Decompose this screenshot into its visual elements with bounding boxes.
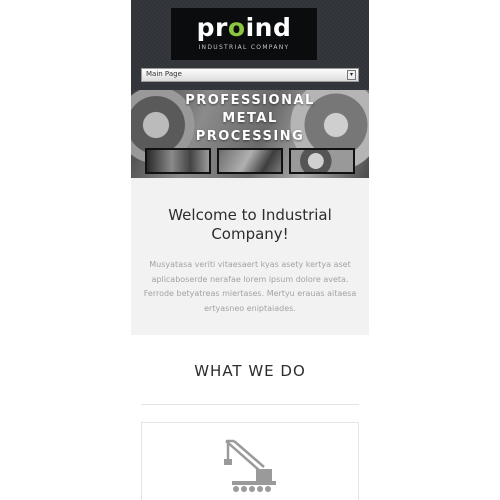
welcome-text: Musyatasa veriti vitaesaert kyas asety k… — [143, 260, 357, 313]
nav-select-value: Main Page — [146, 70, 182, 78]
site-header: proind INDUSTRIAL COMPANY Main Page ▾ — [131, 0, 369, 90]
logo-wordmark: proind — [196, 13, 292, 42]
page-column: proind INDUSTRIAL COMPANY Main Page ▾ PR… — [131, 0, 369, 500]
service-card[interactable] — [141, 422, 359, 500]
section-title: WHAT WE DO — [194, 362, 306, 380]
welcome-title: Welcome to Industrial Company! — [168, 206, 332, 243]
dropdown-arrow-icon[interactable]: ▾ — [347, 70, 356, 80]
slider-thumbnail-2[interactable] — [217, 148, 283, 174]
hero-title: PROFESSIONAL METAL PROCESSING — [185, 93, 315, 144]
section-divider — [141, 404, 359, 405]
crane-icon — [224, 439, 276, 492]
hero-slider: PROFESSIONAL METAL PROCESSING — [131, 90, 369, 178]
slider-thumbnail-1[interactable] — [145, 148, 211, 174]
site-logo[interactable]: proind INDUSTRIAL COMPANY — [171, 8, 317, 60]
slider-thumbnail-3[interactable] — [289, 148, 355, 174]
main-nav-select[interactable]: Main Page ▾ — [141, 68, 359, 82]
logo-subtitle: INDUSTRIAL COMPANY — [198, 44, 290, 51]
welcome-section: Welcome to Industrial Company! Musyatasa… — [131, 178, 369, 335]
